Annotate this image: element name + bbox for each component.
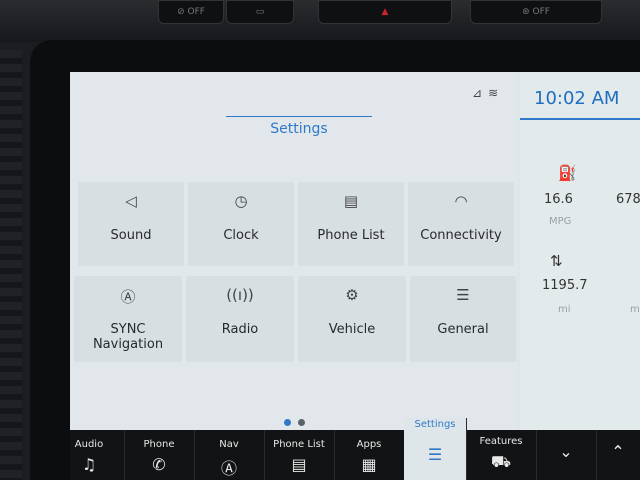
bottom-nav-bar: Audio ♫ Phone ✆ Nav Ⓐ Phone List ▤ Apps … — [70, 418, 640, 480]
dashboard-hardware-strip: ⊘ OFF ▭ ▲ ⊛ OFF — [0, 0, 640, 42]
nav-audio[interactable]: Audio ♫ — [70, 430, 125, 480]
nav-phone[interactable]: Phone ✆ — [124, 430, 195, 480]
tile-clock[interactable]: ◷ Clock — [188, 182, 294, 266]
tile-sound[interactable]: ◁ Sound — [78, 182, 184, 266]
sliders-icon: ☰ — [427, 445, 443, 464]
stat-distance-unit: mi — [558, 304, 571, 315]
nav-expand[interactable]: ⌃ — [596, 430, 640, 480]
nav-label: Phone — [143, 439, 175, 450]
hardware-button-2-label: ▭ — [255, 7, 265, 17]
tile-phone-list[interactable]: ▤ Phone List — [298, 182, 404, 266]
music-note-icon: ♫ — [81, 455, 97, 474]
page-dot[interactable] — [298, 419, 305, 426]
tile-label: SYNC Navigation — [92, 322, 164, 352]
chevron-down-icon: ⌄ — [559, 442, 573, 461]
tile-sync-navigation[interactable]: Ⓐ SYNC Navigation — [74, 276, 182, 362]
stat-range-value: 678: — [616, 192, 640, 207]
nav-label: Apps — [356, 439, 382, 450]
nav-label: Audio — [74, 439, 104, 450]
tile-vehicle[interactable]: ⚙ Vehicle — [298, 276, 406, 362]
tile-label: Phone List — [317, 228, 385, 243]
nav-label: Phone List — [273, 439, 325, 450]
hardware-button-4-label: ⊛ OFF — [522, 7, 550, 17]
infotainment-screen: ⊿≋ Settings ◁ Sound ◷ Clock ▤ Phone List… — [70, 72, 640, 480]
nav-label: Settings — [414, 419, 456, 430]
tile-general[interactable]: ☰ General — [410, 276, 516, 362]
settings-panel: ⊿≋ Settings ◁ Sound ◷ Clock ▤ Phone List… — [70, 72, 517, 430]
chevron-up-icon: ⌃ — [611, 442, 625, 461]
hardware-button-1[interactable]: ⊘ OFF — [158, 0, 224, 24]
tile-label: Radio — [221, 322, 259, 337]
tile-label: Sound — [110, 228, 152, 243]
stat-mpg-value: 16.6 — [544, 192, 573, 207]
page-title: Settings — [270, 121, 328, 137]
truck-icon: ⛟ — [490, 452, 512, 471]
stat-unit-2: mi — [630, 304, 640, 315]
tile-connectivity[interactable]: ◠ Connectivity — [408, 182, 514, 266]
nav-settings[interactable]: Settings ☰ — [404, 418, 467, 480]
phone-list-icon: ▤ — [343, 192, 359, 210]
sliders-icon: ☰ — [456, 286, 470, 304]
page-indicator — [284, 411, 312, 430]
nav-navigation[interactable]: Nav Ⓐ — [194, 430, 265, 480]
fuel-icon: ⛽ — [558, 164, 577, 182]
page-dot-active[interactable] — [284, 419, 291, 426]
nav-features[interactable]: Features ⛟ — [466, 430, 537, 480]
title-underline — [226, 116, 372, 117]
hazard-button[interactable]: ▲ — [318, 0, 452, 24]
clock-underline — [520, 118, 640, 120]
tile-label: Connectivity — [420, 228, 502, 243]
phone-list-icon: ▤ — [291, 455, 307, 474]
clock-icon: ◷ — [234, 192, 248, 210]
gps-icon: ⊿ — [472, 86, 489, 100]
nav-collapse[interactable]: ⌄ — [536, 430, 597, 480]
nav-label: Nav — [219, 439, 239, 450]
navigation-icon: Ⓐ — [220, 459, 237, 478]
nav-label: Features — [479, 436, 523, 447]
clock-display: 10:02 AM — [534, 88, 620, 109]
route-icon: ⇅ — [550, 252, 563, 270]
radio-antenna-icon: ((ı)) — [226, 286, 254, 304]
hardware-button-1-label: ⊘ OFF — [177, 7, 205, 17]
phone-icon: ✆ — [152, 455, 166, 474]
stat-distance-value: 1195.7 — [542, 278, 588, 293]
tile-label: Vehicle — [328, 322, 376, 337]
navigation-icon: Ⓐ — [120, 288, 136, 306]
nav-apps[interactable]: Apps ▦ — [334, 430, 405, 480]
hardware-button-4[interactable]: ⊛ OFF — [470, 0, 602, 24]
tile-label: Clock — [223, 228, 259, 243]
nav-phone-list[interactable]: Phone List ▤ — [264, 430, 335, 480]
apps-grid-icon: ▦ — [361, 455, 377, 474]
status-icons: ⊿≋ — [472, 86, 504, 100]
wifi-icon: ◠ — [454, 192, 468, 210]
hazard-icon: ▲ — [381, 7, 389, 17]
speaker-icon: ◁ — [125, 192, 137, 210]
hardware-button-2[interactable]: ▭ — [226, 0, 294, 24]
tile-label: General — [437, 322, 489, 337]
tile-radio[interactable]: ((ı)) Radio — [186, 276, 294, 362]
stat-mpg-unit: MPG — [549, 216, 572, 227]
wifi-icon: ≋ — [488, 86, 505, 100]
air-vent — [0, 50, 22, 480]
vehicle-settings-icon: ⚙ — [345, 286, 359, 304]
trip-info-panel: 10:02 AM ⛽ 16.6 MPG 678: ⇅ 1195.7 mi mi — [520, 72, 640, 430]
